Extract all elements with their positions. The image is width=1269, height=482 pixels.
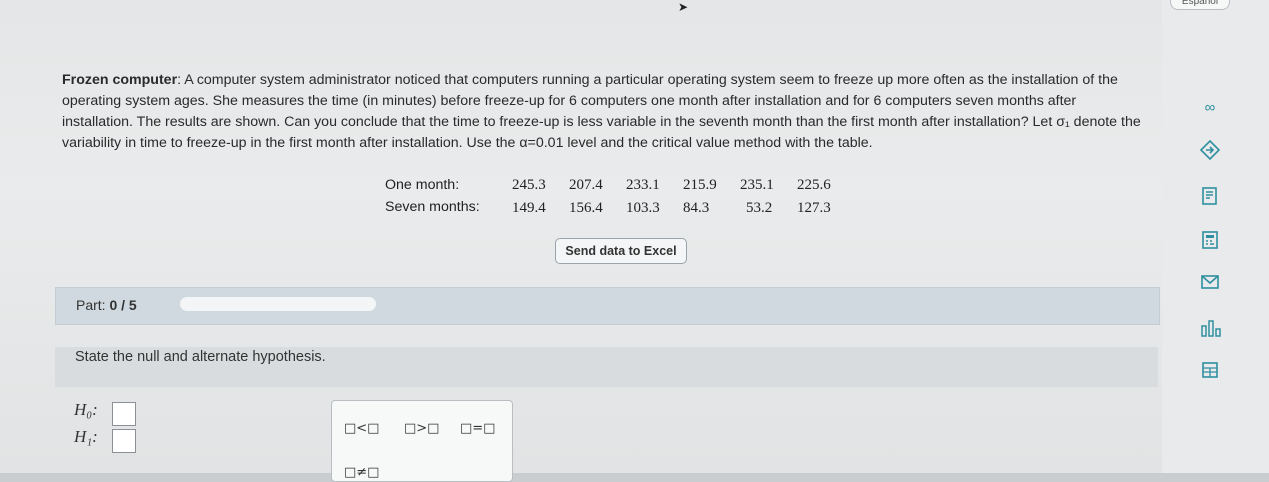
h1-input[interactable] — [112, 429, 136, 453]
part-counter: 0 / 5 — [109, 297, 137, 313]
question-prompt: State the null and alternate hypothesis. — [75, 349, 326, 365]
one-month-values: 245.3 207.4 233.1 215.9 235.1 225.6 — [512, 177, 854, 194]
table-cell: 207.4 — [569, 177, 603, 193]
null-hypothesis-row: H₀: — [74, 400, 136, 427]
table-cell: 149.4 — [512, 200, 546, 216]
forward-icon[interactable] — [1199, 139, 1221, 161]
h0-input[interactable] — [112, 402, 136, 426]
row-label-seven-months: Seven months: — [385, 199, 480, 215]
problem-statement: Frozen computer: A computer system admin… — [62, 70, 1142, 154]
infinity-icon[interactable]: ∞ — [1200, 98, 1220, 118]
less-than-button[interactable]: □<□ — [344, 421, 379, 436]
espanol-button[interactable]: Español — [1170, 0, 1230, 10]
progress-track — [180, 297, 376, 311]
data-table-labels: One month: Seven months: — [385, 174, 480, 218]
textbook-icon[interactable] — [1200, 186, 1220, 206]
calculator-icon[interactable] — [1200, 230, 1220, 250]
data-table-icon[interactable] — [1200, 360, 1220, 380]
table-cell: 245.3 — [512, 177, 546, 193]
table-cell: 215.9 — [683, 177, 717, 193]
table-cell: 53.2 — [746, 200, 773, 216]
table-cell: 103.3 — [626, 200, 660, 216]
seven-months-values: 149.4 156.4 103.3 84.3 53.2 127.3 — [512, 200, 854, 217]
greater-than-button[interactable]: □>□ — [404, 421, 439, 436]
problem-text: : A computer system administrator notice… — [62, 72, 1141, 151]
screen: ➤ Frozen computer: A computer system adm… — [0, 0, 1269, 482]
mail-icon[interactable] — [1200, 272, 1220, 292]
question-header: State the null and alternate hypothesis. — [55, 347, 1158, 387]
equals-button[interactable]: □=□ — [460, 421, 495, 436]
send-to-excel-button[interactable]: Send data to Excel — [555, 238, 687, 264]
table-cell: 235.1 — [740, 177, 774, 193]
h1-label: H₁: — [74, 427, 98, 446]
alternate-hypothesis-row: H₁: — [74, 427, 136, 454]
symbol-palette: □<□ □>□ □=□ □≠□ — [331, 400, 513, 482]
problem-title: Frozen computer — [62, 72, 178, 88]
table-cell: 127.3 — [797, 200, 831, 216]
part-progress-bar: Part: 0 / 5 — [55, 287, 1160, 325]
table-cell: 156.4 — [569, 200, 603, 216]
part-label: Part: 0 / 5 — [76, 297, 137, 313]
bar-chart-icon[interactable] — [1200, 318, 1221, 338]
table-cell: 233.1 — [626, 177, 660, 193]
hypothesis-inputs: H₀: H₁: — [74, 400, 136, 454]
table-cell: 225.6 — [797, 177, 831, 193]
mouse-cursor-icon: ➤ — [678, 0, 689, 14]
h0-label: H₀: — [74, 400, 98, 419]
row-label-one-month: One month: — [385, 177, 460, 193]
table-cell: 84.3 — [683, 200, 710, 216]
